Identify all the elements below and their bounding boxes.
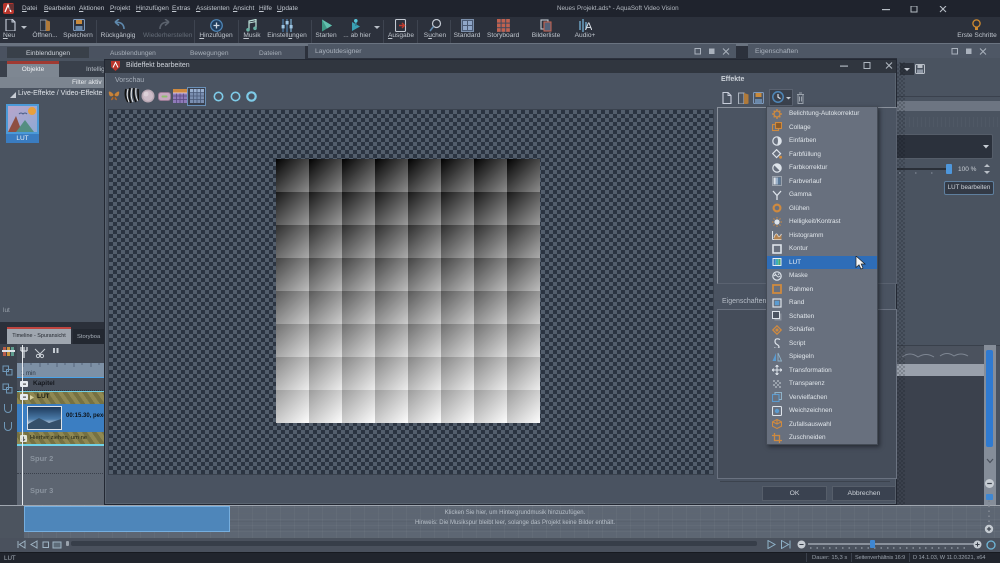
svg-text:A: A [585, 21, 592, 32]
